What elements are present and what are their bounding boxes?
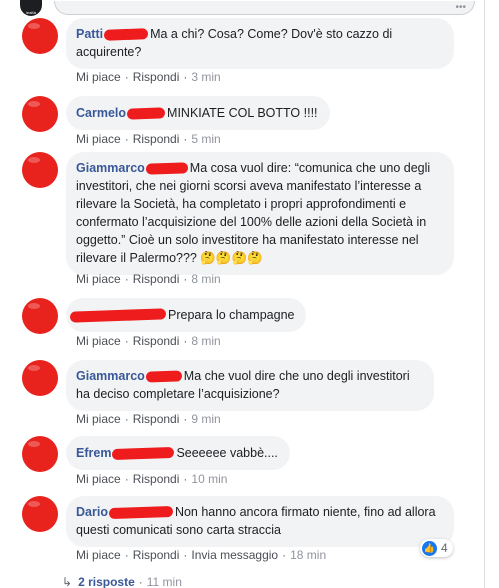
page-avatar: lealtà — [20, 0, 42, 16]
view-replies[interactable]: ↳ 2 risposte · 11 min — [62, 575, 182, 588]
comment-time[interactable]: 8 min — [191, 272, 220, 286]
comment-time[interactable]: 8 min — [191, 334, 220, 348]
avatar[interactable] — [22, 360, 58, 396]
like-button[interactable]: Mi piace — [76, 412, 121, 426]
comment-bubble: Giammarco Ma che vuol dire che uno degli … — [66, 360, 434, 411]
right-border — [484, 0, 485, 588]
avatar[interactable] — [22, 298, 58, 334]
comment-time[interactable]: 10 min — [191, 472, 227, 486]
comment-input[interactable]: ••• — [54, 1, 475, 15]
avatar[interactable] — [22, 18, 58, 54]
comment-actions: Mi piace · Rispondi · 9 min — [76, 412, 221, 426]
comment-text: MINKIATE COL BOTTO !!!! — [167, 106, 318, 120]
comment-bubble: Prepara lo champagne — [66, 298, 307, 332]
reply-button[interactable]: Rispondi — [133, 132, 180, 146]
thumbs-up-icon: 👍 — [422, 540, 437, 556]
comment-actions: Mi piace · Rispondi · Invia messaggio · 18 min — [76, 548, 327, 562]
reply-button[interactable]: Rispondi — [133, 472, 180, 486]
comment-time[interactable]: 18 min — [290, 548, 326, 562]
reply-button[interactable]: Rispondi — [133, 334, 180, 348]
reply-button[interactable]: Rispondi — [133, 70, 180, 84]
redaction-mark — [103, 28, 149, 41]
like-button[interactable]: Mi piace — [76, 548, 121, 562]
avatar[interactable] — [22, 152, 58, 188]
comment-author[interactable]: Dario — [76, 505, 108, 519]
comment-bubble: Dario Non hanno ancora firmato niente, fi… — [66, 496, 454, 547]
like-button[interactable]: Mi piace — [76, 272, 121, 286]
redaction-mark — [108, 506, 174, 520]
reply-button[interactable]: Rispondi — [133, 412, 180, 426]
avatar[interactable] — [22, 96, 58, 132]
more-dots-icon[interactable]: ••• — [455, 2, 466, 13]
reply-arrow-icon: ↳ — [62, 575, 73, 588]
send-message-button[interactable]: Invia messaggio — [191, 548, 278, 562]
comment-text: Ma cosa vuol dire: “comunica che uno deg… — [76, 161, 431, 265]
comment-actions: Mi piace · Rispondi · 5 min — [76, 132, 221, 146]
redaction-mark — [145, 370, 182, 383]
like-button[interactable]: Mi piace — [76, 472, 121, 486]
comment-author[interactable]: Carmelo — [76, 106, 126, 120]
comment-bubble: Efrem Seeeeee vabbè.... — [66, 436, 290, 470]
like-button[interactable]: Mi piace — [76, 334, 121, 348]
comment-author[interactable]: Giammarco — [76, 369, 145, 383]
page-logo-text: lealtà — [25, 10, 37, 15]
reaction-count: 4 — [441, 541, 448, 555]
redaction-mark — [69, 308, 167, 323]
like-button[interactable]: Mi piace — [76, 132, 121, 146]
reply-button[interactable]: Rispondi — [133, 548, 180, 562]
comment-time[interactable]: 3 min — [191, 70, 220, 84]
comment-author[interactable]: Efrem — [76, 446, 111, 460]
comment-actions: Mi piace · Rispondi · 10 min — [76, 472, 228, 486]
comment-bubble: Giammarco Ma cosa vuol dire: “comunica ch… — [66, 152, 454, 275]
reaction-count-badge[interactable]: 👍 4 — [420, 539, 453, 557]
comment-composer: lealtà ••• — [20, 0, 475, 16]
comment-actions: Mi piace · Rispondi · 8 min — [76, 272, 221, 286]
comment-bubble: Patti Ma a chi? Cosa? Come? Dov'è sto caz… — [66, 18, 454, 69]
comment-time[interactable]: 5 min — [191, 132, 220, 146]
comment-actions: Mi piace · Rispondi · 3 min — [76, 70, 221, 84]
replies-count-link[interactable]: 2 risposte — [78, 575, 135, 588]
comment-text: Seeeeee vabbè.... — [176, 446, 278, 460]
comment-bubble: Carmelo MINKIATE COL BOTTO !!!! — [66, 96, 330, 130]
comment-author[interactable]: Patti — [76, 27, 103, 41]
avatar[interactable] — [22, 436, 58, 472]
like-button[interactable]: Mi piace — [76, 70, 121, 84]
avatar[interactable] — [22, 496, 58, 532]
comment-text: Prepara lo champagne — [168, 308, 295, 322]
comment-actions: Mi piace · Rispondi · 8 min — [76, 334, 221, 348]
comment-author[interactable]: Giammarco — [76, 161, 145, 175]
reply-button[interactable]: Rispondi — [133, 272, 180, 286]
redaction-mark — [126, 107, 166, 120]
redaction-mark — [145, 162, 188, 175]
comment-time[interactable]: 9 min — [191, 412, 220, 426]
replies-time: 11 min — [146, 575, 182, 588]
redaction-mark — [112, 447, 175, 461]
